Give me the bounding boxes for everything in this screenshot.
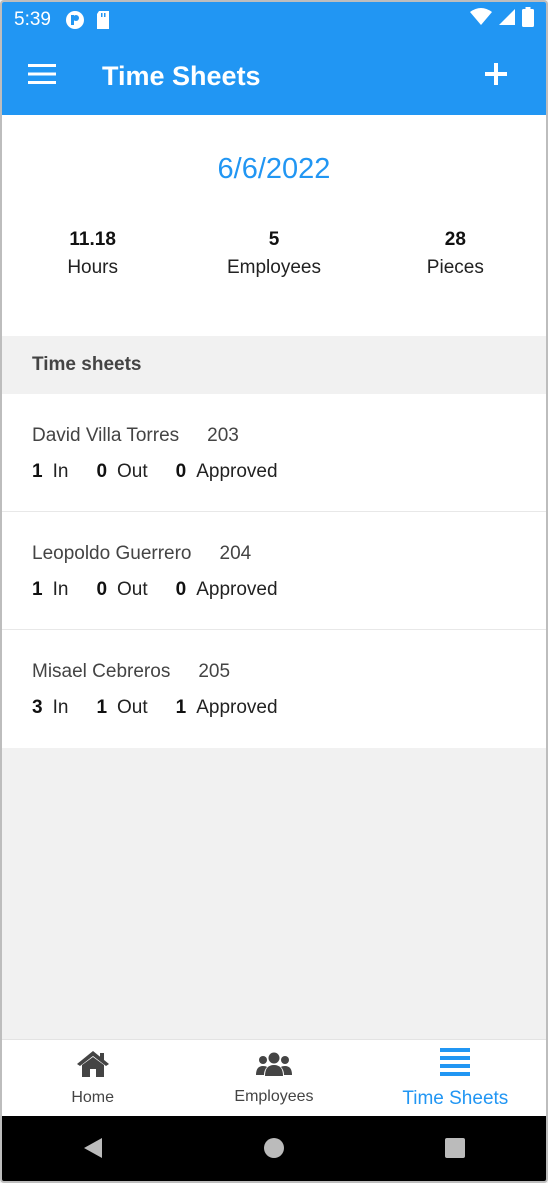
summary-panel: 6/6/2022 11.18 Hours 5 Employees 28 Piec… — [2, 115, 546, 336]
battery-icon — [522, 7, 534, 33]
out-count: 0 — [96, 461, 108, 482]
employee-number: 204 — [219, 543, 252, 564]
employee-name: Leopoldo Guerrero — [32, 543, 192, 564]
add-timesheet-button[interactable] — [446, 38, 546, 115]
approved-count: 0 — [175, 579, 187, 600]
stat-label: Hours — [67, 257, 118, 278]
home-circle-icon — [263, 1137, 285, 1164]
timesheet-row[interactable]: Misael Cebreros 205 3 In 1 Out 1 Approved — [2, 630, 546, 748]
back-triangle-icon — [83, 1137, 103, 1164]
nav-employees[interactable]: Employees — [183, 1040, 364, 1116]
app-frame: 5:39 Time Sheets 6/6/2022 11.18 Hours 5 … — [0, 0, 548, 1183]
stats-row: 11.18 Hours 5 Employees 28 Pieces — [2, 229, 546, 279]
stat-hours: 11.18 Hours — [2, 229, 183, 279]
stat-value: 28 — [444, 229, 466, 250]
home-system-button[interactable] — [244, 1121, 304, 1181]
status-bar: 5:39 — [2, 2, 546, 38]
employee-number: 203 — [207, 425, 239, 446]
in-label: In — [52, 579, 69, 600]
out-label: Out — [117, 697, 148, 718]
in-count: 3 — [32, 697, 43, 718]
status-time: 5:39 — [14, 9, 51, 30]
stat-label: Employees — [226, 257, 321, 278]
approved-label: Approved — [196, 697, 278, 718]
section-header: Time sheets — [2, 336, 546, 394]
in-count: 1 — [32, 579, 43, 600]
page-title: Time Sheets — [102, 61, 261, 91]
bottom-nav: Home Employees Time Sheets — [2, 1039, 546, 1116]
list-icon — [440, 1047, 471, 1082]
nav-label: Employees — [234, 1087, 314, 1105]
app-bar: Time Sheets — [2, 38, 546, 115]
in-label: In — [52, 697, 69, 718]
stat-label: Pieces — [426, 257, 484, 278]
plus-icon — [485, 63, 507, 90]
in-label: In — [52, 461, 69, 482]
people-icon — [255, 1051, 292, 1082]
stat-pieces: 28 Pieces — [365, 229, 546, 279]
date-selector[interactable]: 6/6/2022 — [2, 153, 546, 186]
approved-count: 0 — [175, 461, 187, 482]
hamburger-icon — [28, 64, 56, 89]
signal-icon — [498, 8, 516, 32]
wifi-icon — [470, 8, 492, 32]
recents-button[interactable] — [425, 1121, 485, 1181]
menu-button[interactable] — [2, 38, 82, 115]
app-notification-icon — [65, 10, 85, 30]
approved-count: 1 — [175, 697, 187, 718]
stat-employees: 5 Employees — [183, 229, 364, 279]
stat-value: 5 — [268, 229, 280, 250]
timesheet-row[interactable]: David Villa Torres 203 1 In 0 Out 0 Approve… — [2, 394, 546, 512]
system-nav-bar — [2, 1116, 546, 1181]
approved-label: Approved — [196, 579, 278, 600]
out-label: Out — [117, 461, 148, 482]
nav-timesheets[interactable]: Time Sheets — [365, 1040, 546, 1116]
timesheet-list: David Villa Torres 203 1 In 0 Out 0 Approve… — [2, 394, 546, 748]
nav-label: Time Sheets — [402, 1087, 509, 1109]
in-count: 1 — [32, 461, 43, 482]
stat-value: 11.18 — [69, 229, 116, 250]
nav-label: Home — [71, 1088, 114, 1106]
recents-square-icon — [445, 1138, 466, 1163]
employee-number: 205 — [198, 661, 231, 682]
out-count: 1 — [96, 697, 108, 718]
employee-name: Misael Cebreros — [32, 661, 171, 682]
nav-home[interactable]: Home — [2, 1040, 183, 1116]
out-label: Out — [117, 579, 148, 600]
approved-label: Approved — [196, 461, 278, 482]
timesheet-row[interactable]: Leopoldo Guerrero 204 1 In 0 Out 0 Approved — [2, 512, 546, 630]
out-count: 0 — [96, 579, 108, 600]
back-button[interactable] — [63, 1121, 123, 1181]
home-icon — [76, 1050, 110, 1083]
employee-name: David Villa Torres — [32, 425, 180, 446]
sd-card-icon — [95, 10, 115, 30]
